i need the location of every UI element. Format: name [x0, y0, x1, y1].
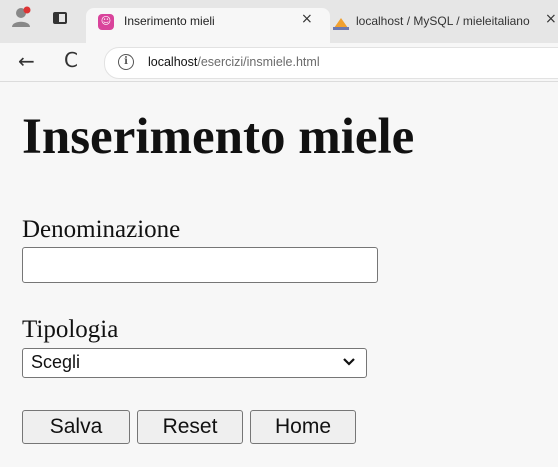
- browser-window: ☺ Inserimento mieli × localhost / MySQL …: [0, 0, 558, 467]
- tipologia-label: Tipologia: [22, 316, 119, 343]
- denominazione-input[interactable]: [22, 247, 378, 283]
- home-button[interactable]: Home: [250, 410, 356, 444]
- tab-phpmyadmin[interactable]: localhost / MySQL / mieleitaliano ×: [330, 8, 558, 38]
- tab-inserimento-mieli[interactable]: ☺ Inserimento mieli ×: [86, 8, 330, 43]
- tab-search-icon[interactable]: [53, 12, 67, 24]
- url-text: localhost/esercizi/insmiele.html: [148, 55, 320, 69]
- page-content: Inserimento miele Denominazione Tipologi…: [0, 82, 558, 467]
- tab-title: localhost / MySQL / mieleitaliano: [356, 14, 556, 28]
- back-arrow-icon[interactable]: ←: [18, 49, 35, 73]
- close-tab-icon[interactable]: ×: [545, 11, 557, 27]
- close-tab-icon[interactable]: ×: [301, 11, 313, 27]
- url-host: localhost: [148, 55, 198, 69]
- reload-icon[interactable]: C: [64, 48, 78, 72]
- tipologia-select[interactable]: Scegli: [22, 348, 367, 378]
- denominazione-label: Denominazione: [22, 216, 181, 243]
- reset-button[interactable]: Reset: [137, 410, 243, 444]
- site-favicon-icon: ☺: [98, 14, 114, 30]
- info-icon[interactable]: i: [118, 54, 134, 70]
- address-bar[interactable]: i localhost/esercizi/insmiele.html: [104, 47, 558, 79]
- phpmyadmin-favicon-icon: [333, 18, 349, 30]
- tab-title: Inserimento mieli: [124, 14, 215, 28]
- save-button[interactable]: Salva: [22, 410, 130, 444]
- url-path: /esercizi/insmiele.html: [197, 55, 320, 69]
- chevron-down-icon: [343, 358, 355, 366]
- tipologia-selected-value: Scegli: [31, 352, 81, 372]
- page-title: Inserimento miele: [22, 109, 415, 165]
- profile-icon[interactable]: [10, 6, 32, 28]
- browser-toolbar: ← C i localhost/esercizi/insmiele.html: [0, 43, 558, 82]
- tab-strip: ☺ Inserimento mieli × localhost / MySQL …: [0, 0, 558, 43]
